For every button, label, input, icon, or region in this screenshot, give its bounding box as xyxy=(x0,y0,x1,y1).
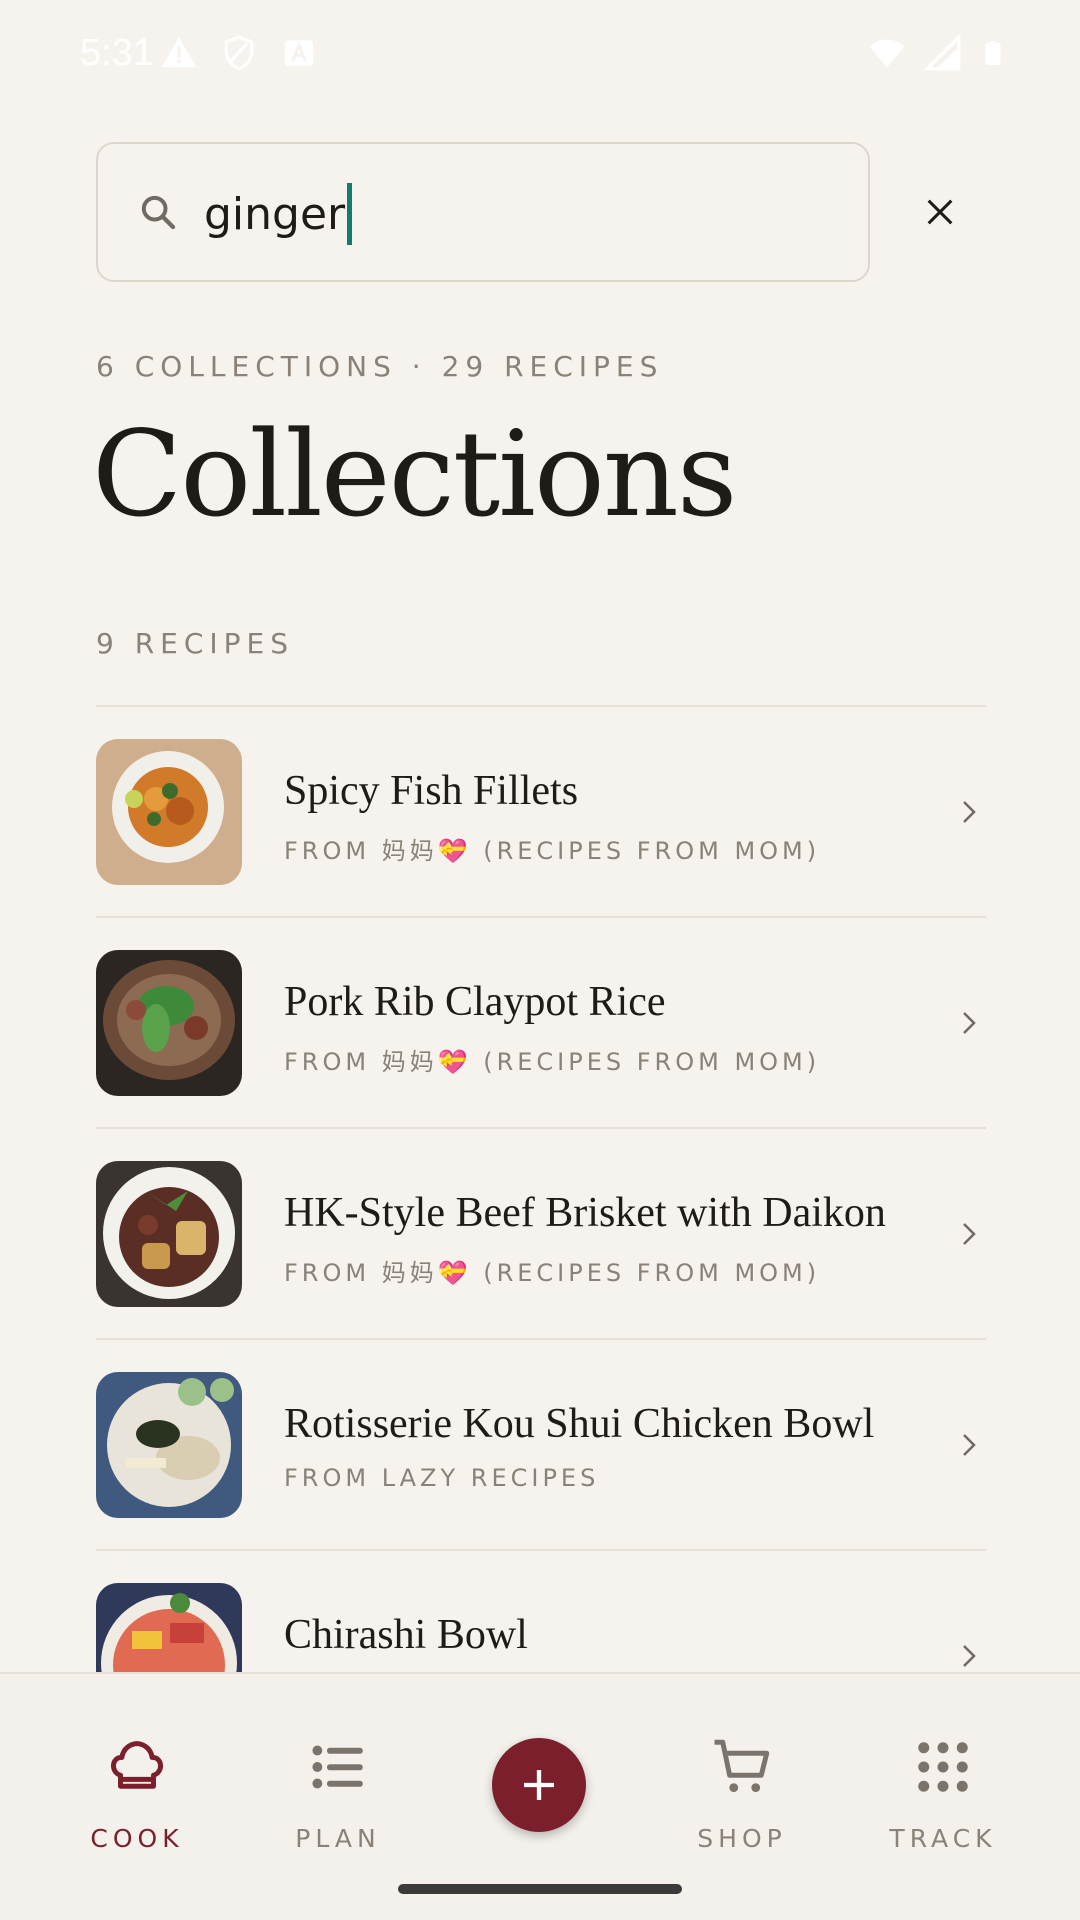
chevron-right-icon xyxy=(963,1434,976,1456)
nav-cook[interactable]: COOK xyxy=(37,1734,237,1874)
warning-icon xyxy=(161,37,197,68)
plus-icon xyxy=(524,1770,554,1800)
text-caret xyxy=(347,183,353,245)
nav-label-plan: PLAN xyxy=(295,1824,381,1853)
recipe-row[interactable]: Rotisserie Kou Shui Chicken Bowl FROM LA… xyxy=(96,1338,986,1549)
nav-shop[interactable]: SHOP xyxy=(642,1734,842,1874)
search-icon xyxy=(141,195,176,230)
nav-label-shop: SHOP xyxy=(697,1824,787,1853)
section-label: 9 RECIPES xyxy=(96,627,295,660)
recipe-source: FROM 妈妈💝 (RECIPES FROM MOM) xyxy=(284,1259,821,1287)
recipe-thumbnail xyxy=(96,1372,242,1518)
nav-track[interactable]: TRACK xyxy=(843,1734,1043,1874)
recipe-list: Spicy Fish Fillets FROM 妈妈💝 (RECIPES FRO… xyxy=(96,705,986,1760)
nav-label-track: TRACK xyxy=(889,1824,997,1853)
chevron-right-icon xyxy=(963,1223,976,1245)
recipe-row[interactable]: Pork Rib Claypot Rice FROM 妈妈💝 (RECIPES … xyxy=(96,916,986,1127)
nav-plan[interactable]: PLAN xyxy=(238,1734,438,1874)
home-indicator[interactable] xyxy=(398,1884,682,1894)
recipe-source: FROM 妈妈💝 (RECIPES FROM MOM) xyxy=(284,837,821,865)
recipe-title: Chirashi Bowl xyxy=(284,1612,528,1658)
nav-label-cook: COOK xyxy=(90,1824,184,1853)
cell-signal-icon xyxy=(924,34,961,71)
search-input-value: ginger xyxy=(204,188,346,240)
recipe-thumbnail xyxy=(96,1161,242,1307)
list-icon xyxy=(312,1745,363,1789)
search-input[interactable]: ginger xyxy=(204,183,353,245)
recipe-row[interactable]: HK-Style Beef Brisket with Daikon FROM 妈… xyxy=(96,1127,986,1338)
clear-search-button[interactable] xyxy=(910,182,970,242)
wifi-icon xyxy=(869,39,905,68)
font-a-icon xyxy=(284,40,314,66)
recipe-title: Rotisserie Kou Shui Chicken Bowl xyxy=(284,1401,875,1447)
recipe-source: FROM LAZY RECIPES xyxy=(284,1464,600,1492)
recipe-source: FROM 妈妈💝 (RECIPES FROM MOM) xyxy=(284,1048,821,1076)
recipe-title: Pork Rib Claypot Rice xyxy=(284,979,666,1025)
collections-summary: 6 COLLECTIONS · 29 RECIPES xyxy=(96,350,664,383)
chevron-right-icon xyxy=(963,1645,976,1667)
recipe-thumbnail xyxy=(96,739,242,885)
recipe-title: Spicy Fish Fillets xyxy=(284,768,579,814)
recipe-row[interactable]: Spicy Fish Fillets FROM 妈妈💝 (RECIPES FRO… xyxy=(96,705,986,916)
chevron-right-icon xyxy=(963,1012,976,1034)
page-title: Collections xyxy=(92,405,737,543)
status-bar: 5:31 xyxy=(0,0,1080,110)
add-button[interactable] xyxy=(492,1738,586,1832)
cart-icon xyxy=(714,1739,770,1793)
recipe-thumbnail xyxy=(96,950,242,1096)
chevron-right-icon xyxy=(963,801,976,823)
search-field[interactable]: ginger xyxy=(96,142,870,282)
grid-dots-icon xyxy=(918,1742,968,1792)
status-time: 5:31 xyxy=(80,32,154,74)
bottom-navigation: COOK PLAN SHOP TRACK xyxy=(0,1672,1080,1920)
close-icon xyxy=(927,199,953,225)
recipe-title: HK-Style Beef Brisket with Daikon xyxy=(284,1190,886,1236)
battery-icon xyxy=(985,41,1001,65)
shield-icon xyxy=(224,35,254,71)
chef-hat-icon xyxy=(110,1741,164,1789)
